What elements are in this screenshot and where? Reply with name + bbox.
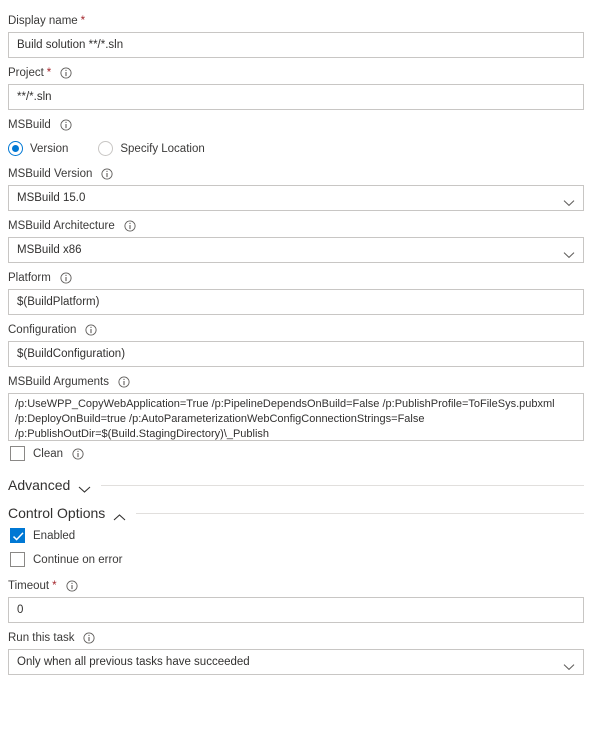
field-display-name: Display name * bbox=[8, 6, 584, 58]
label-project: Project * bbox=[8, 58, 584, 80]
section-header-control-options[interactable]: Control Options bbox=[8, 505, 584, 521]
enabled-label: Enabled bbox=[33, 529, 76, 542]
label-msbuild-arguments: MSBuild Arguments bbox=[8, 367, 584, 389]
label-text: Display name bbox=[8, 15, 78, 27]
label-configuration: Configuration bbox=[8, 315, 584, 337]
field-configuration: Configuration bbox=[8, 315, 584, 367]
enabled-checkbox-row[interactable]: Enabled bbox=[8, 523, 584, 547]
required-asterisk: * bbox=[80, 15, 86, 27]
label-text: Configuration bbox=[8, 324, 77, 336]
label-timeout: Timeout * bbox=[8, 571, 584, 593]
required-asterisk: * bbox=[46, 67, 52, 79]
info-icon[interactable] bbox=[83, 632, 96, 644]
checkbox-icon-checked[interactable] bbox=[10, 528, 25, 543]
checkbox-icon-unchecked[interactable] bbox=[10, 446, 25, 461]
label-platform: Platform bbox=[8, 263, 584, 285]
msbuild-arguments-textarea[interactable]: /p:UseWPP_CopyWebApplication=True /p:Pip… bbox=[8, 393, 584, 441]
continue-on-error-label: Continue on error bbox=[33, 553, 123, 566]
continue-on-error-checkbox-row[interactable]: Continue on error bbox=[8, 547, 584, 571]
run-this-task-select[interactable]: Only when all previous tasks have succee… bbox=[8, 649, 584, 675]
info-icon[interactable] bbox=[118, 376, 130, 388]
platform-input[interactable] bbox=[8, 289, 584, 315]
radio-option-version[interactable]: Version bbox=[8, 141, 68, 156]
label-text: Platform bbox=[8, 272, 51, 284]
info-icon[interactable] bbox=[66, 580, 78, 592]
clean-checkbox-row[interactable]: Clean bbox=[8, 441, 584, 465]
field-msbuild-version: MSBuild Version MSBuild 15.0 bbox=[8, 159, 584, 211]
clean-label: Clean bbox=[33, 447, 64, 460]
label-text: Timeout bbox=[8, 580, 50, 592]
info-icon[interactable] bbox=[101, 168, 113, 180]
label-text: MSBuild Arguments bbox=[8, 376, 109, 388]
chevron-down-icon[interactable] bbox=[78, 481, 91, 493]
label-text: MSBuild Version bbox=[8, 168, 93, 180]
label-text: MSBuild bbox=[8, 119, 51, 131]
section-title: Advanced bbox=[8, 477, 71, 493]
field-timeout: Timeout * bbox=[8, 571, 584, 623]
info-icon[interactable] bbox=[60, 119, 72, 131]
label-text: Project bbox=[8, 67, 44, 79]
radio-label: Version bbox=[30, 142, 69, 155]
msbuild-radio-group: Version Specify Location bbox=[8, 136, 584, 159]
field-platform: Platform bbox=[8, 263, 584, 315]
section-divider bbox=[101, 484, 584, 486]
info-icon[interactable] bbox=[85, 324, 97, 336]
project-input[interactable] bbox=[8, 84, 584, 110]
label-text: MSBuild Architecture bbox=[8, 220, 115, 232]
chevron-up-icon[interactable] bbox=[113, 509, 126, 520]
msbuild-architecture-select[interactable]: MSBuild x86 bbox=[8, 237, 584, 263]
info-icon[interactable] bbox=[124, 220, 136, 232]
checkbox-icon-unchecked[interactable] bbox=[10, 552, 25, 567]
info-icon[interactable] bbox=[72, 447, 84, 460]
run-this-task-select-wrap: Only when all previous tasks have succee… bbox=[8, 649, 584, 675]
field-msbuild: MSBuild Version Specify Location bbox=[8, 110, 584, 159]
info-icon[interactable] bbox=[60, 272, 72, 284]
timeout-input[interactable] bbox=[8, 597, 584, 623]
label-run-this-task: Run this task bbox=[8, 623, 584, 645]
task-settings-form: Display name* Project* MSBuild Version bbox=[0, 0, 600, 675]
msbuild-version-select-wrap: MSBuild 15.0 bbox=[8, 185, 584, 211]
required-asterisk: * bbox=[52, 580, 57, 592]
label-text: Run this task bbox=[8, 632, 75, 644]
field-msbuild-architecture: MSBuild Architecture MSBuild x86 bbox=[8, 211, 584, 263]
radio-option-specify-location[interactable]: Specify Location bbox=[98, 141, 205, 156]
label-msbuild-version: MSBuild Version bbox=[8, 159, 584, 181]
msbuild-version-select[interactable]: MSBuild 15.0 bbox=[8, 185, 584, 211]
label-msbuild: MSBuild bbox=[8, 110, 584, 132]
configuration-input[interactable] bbox=[8, 341, 584, 367]
section-header-advanced[interactable]: Advanced bbox=[8, 477, 584, 493]
field-msbuild-arguments: MSBuild Arguments /p:UseWPP_CopyWebAppli… bbox=[8, 367, 584, 441]
field-project: Project * bbox=[8, 58, 584, 110]
label-msbuild-architecture: MSBuild Architecture bbox=[8, 211, 584, 233]
section-divider bbox=[136, 512, 584, 514]
radio-icon-selected[interactable] bbox=[8, 141, 23, 156]
display-name-input[interactable] bbox=[8, 32, 584, 58]
radio-icon-unselected[interactable] bbox=[98, 141, 114, 156]
info-icon[interactable] bbox=[60, 67, 72, 79]
radio-label: Specify Location bbox=[120, 142, 205, 155]
field-run-this-task: Run this task Only when all previous tas… bbox=[8, 623, 584, 675]
section-title: Control Options bbox=[8, 505, 106, 521]
label-display-name: Display name * bbox=[8, 6, 584, 28]
msbuild-architecture-select-wrap: MSBuild x86 bbox=[8, 237, 584, 263]
